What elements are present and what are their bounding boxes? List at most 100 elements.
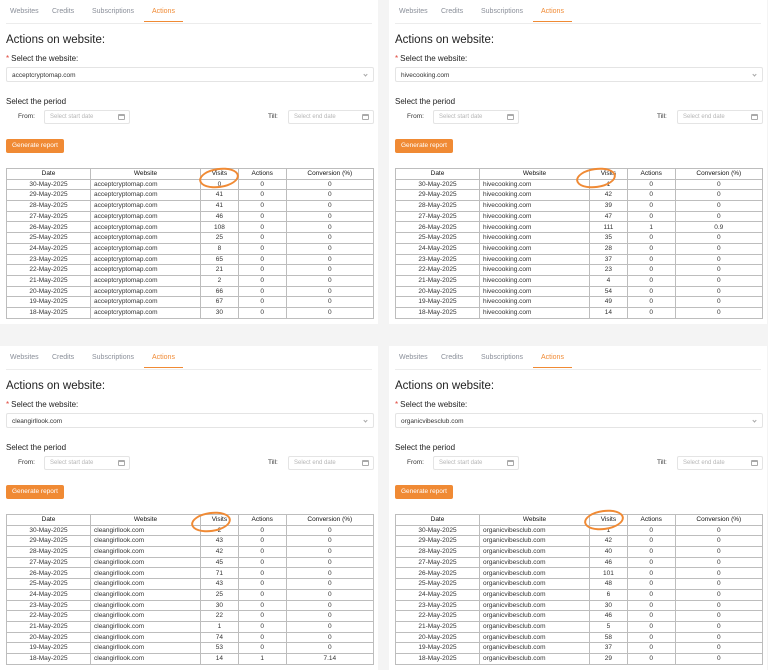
till-label: Till:	[268, 113, 278, 120]
cell-date: 25-May-2025	[395, 232, 480, 244]
cell-website: organicvibesclub.com	[479, 631, 590, 644]
select-website-label: * Select the website:	[6, 400, 78, 409]
table-row: 26-May-2025 organicvibesclub.com 101 0 0	[395, 567, 764, 580]
cell-website: hivecooking.com	[479, 306, 590, 319]
cell-website: hivecooking.com	[479, 242, 590, 255]
table-row: 30-May-2025 hivecooking.com 1 0 0	[395, 178, 764, 191]
generate-report-button[interactable]: Generate report	[6, 139, 64, 153]
header-conversion: Conversion (%)	[674, 168, 764, 180]
cell-actions: 0	[626, 620, 676, 633]
cell-actions: 0	[237, 285, 287, 298]
select-website-label-text: Select the website:	[11, 54, 79, 63]
till-label: Till:	[657, 113, 667, 120]
tab-credits[interactable]: Credits	[52, 354, 74, 367]
tab-websites[interactable]: Websites	[10, 354, 39, 367]
start-date-input[interactable]: Select start date	[44, 110, 130, 124]
cell-visits: 35	[589, 232, 628, 244]
tab-credits[interactable]: Credits	[52, 8, 74, 21]
cell-date: 25-May-2025	[6, 578, 91, 590]
cell-visits: 30	[200, 599, 239, 612]
cell-conversion: 0	[285, 221, 375, 234]
cell-visits: 46	[200, 210, 239, 223]
header-date: Date	[395, 514, 480, 526]
tab-divider	[6, 23, 372, 24]
cell-conversion: 0	[285, 524, 375, 537]
cell-website: cleangirllook.com	[90, 588, 201, 601]
cell-actions: 0	[237, 642, 287, 654]
report-table-head: Date Website Visits Actions Conversion (…	[395, 514, 764, 526]
end-date-placeholder: Select end date	[683, 460, 725, 466]
cell-actions: 0	[237, 200, 287, 212]
required-marker: *	[395, 54, 399, 63]
cell-visits: 41	[200, 189, 239, 202]
tab-subscriptions[interactable]: Subscriptions	[481, 8, 523, 21]
end-date-input[interactable]: Select end date	[677, 110, 763, 124]
cell-date: 30-May-2025	[6, 524, 91, 537]
cell-date: 28-May-2025	[6, 546, 91, 558]
table-row: 20-May-2025 acceptcryptomap.com 66 0 0	[6, 285, 375, 298]
table-row: 22-May-2025 hivecooking.com 23 0 0	[395, 264, 764, 276]
header-visits: Visits	[589, 514, 628, 526]
website-select[interactable]: acceptcryptomap.com	[6, 67, 374, 82]
tab-actions[interactable]: Actions	[533, 354, 572, 368]
website-select[interactable]: cleangirllook.com	[6, 413, 374, 428]
cell-conversion: 0	[285, 189, 375, 202]
start-date-input[interactable]: Select start date	[433, 456, 519, 470]
tab-credits[interactable]: Credits	[441, 354, 463, 367]
cell-conversion: 0.9	[674, 221, 764, 234]
cell-visits: 46	[589, 610, 628, 622]
tab-actions[interactable]: Actions	[144, 354, 183, 368]
cell-actions: 0	[626, 285, 676, 298]
generate-report-button[interactable]: Generate report	[395, 485, 453, 499]
website-select[interactable]: hivecooking.com	[395, 67, 763, 82]
table-row: 21-May-2025 cleangirllook.com 1 0 0	[6, 620, 375, 633]
cell-conversion: 0	[285, 253, 375, 266]
cell-actions: 0	[237, 178, 287, 191]
tab-websites[interactable]: Websites	[399, 8, 428, 21]
cell-conversion: 0	[285, 242, 375, 255]
generate-report-button[interactable]: Generate report	[6, 485, 64, 499]
cell-conversion: 0	[285, 599, 375, 612]
tab-subscriptions[interactable]: Subscriptions	[92, 354, 134, 367]
table-row: 18-May-2025 organicvibesclub.com 29 0 0	[395, 652, 764, 665]
till-label: Till:	[657, 459, 667, 466]
generate-report-button[interactable]: Generate report	[395, 139, 453, 153]
tab-subscriptions[interactable]: Subscriptions	[481, 354, 523, 367]
cell-actions: 0	[237, 631, 287, 644]
cell-visits: 42	[589, 535, 628, 548]
table-row: 24-May-2025 hivecooking.com 28 0 0	[395, 242, 764, 255]
start-date-placeholder: Select start date	[439, 114, 483, 120]
start-date-input[interactable]: Select start date	[433, 110, 519, 124]
tab-actions[interactable]: Actions	[533, 8, 572, 22]
tab-credits[interactable]: Credits	[441, 8, 463, 21]
from-label: From:	[407, 113, 424, 120]
end-date-input[interactable]: Select end date	[677, 456, 763, 470]
table-row: 29-May-2025 acceptcryptomap.com 41 0 0	[6, 189, 375, 202]
header-actions: Actions	[237, 168, 287, 180]
end-date-input[interactable]: Select end date	[288, 456, 374, 470]
actions-panel-2: Websites Credits Subscriptions Actions A…	[389, 0, 767, 324]
cell-actions: 0	[626, 588, 676, 601]
tab-actions[interactable]: Actions	[144, 8, 183, 22]
table-row: 23-May-2025 hivecooking.com 37 0 0	[395, 253, 764, 266]
tab-websites[interactable]: Websites	[399, 354, 428, 367]
cell-visits: 41	[200, 200, 239, 212]
from-label: From:	[407, 459, 424, 466]
tab-subscriptions[interactable]: Subscriptions	[92, 8, 134, 21]
tab-websites[interactable]: Websites	[10, 8, 39, 21]
cell-actions: 0	[237, 610, 287, 622]
cell-visits: 65	[200, 253, 239, 266]
header-row: Date Website Visits Actions Conversion (…	[395, 514, 764, 526]
calendar-icon	[507, 460, 514, 466]
website-select[interactable]: organicvibesclub.com	[395, 413, 763, 428]
start-date-input[interactable]: Select start date	[44, 456, 130, 470]
cell-website: cleangirllook.com	[90, 524, 201, 537]
cell-date: 22-May-2025	[6, 610, 91, 622]
table-row: 19-May-2025 cleangirllook.com 53 0 0	[6, 642, 375, 654]
cell-actions: 0	[626, 578, 676, 590]
end-date-input[interactable]: Select end date	[288, 110, 374, 124]
cell-date: 22-May-2025	[6, 264, 91, 276]
cell-actions: 0	[237, 274, 287, 287]
cell-date: 20-May-2025	[6, 631, 91, 644]
header-actions: Actions	[237, 514, 287, 526]
